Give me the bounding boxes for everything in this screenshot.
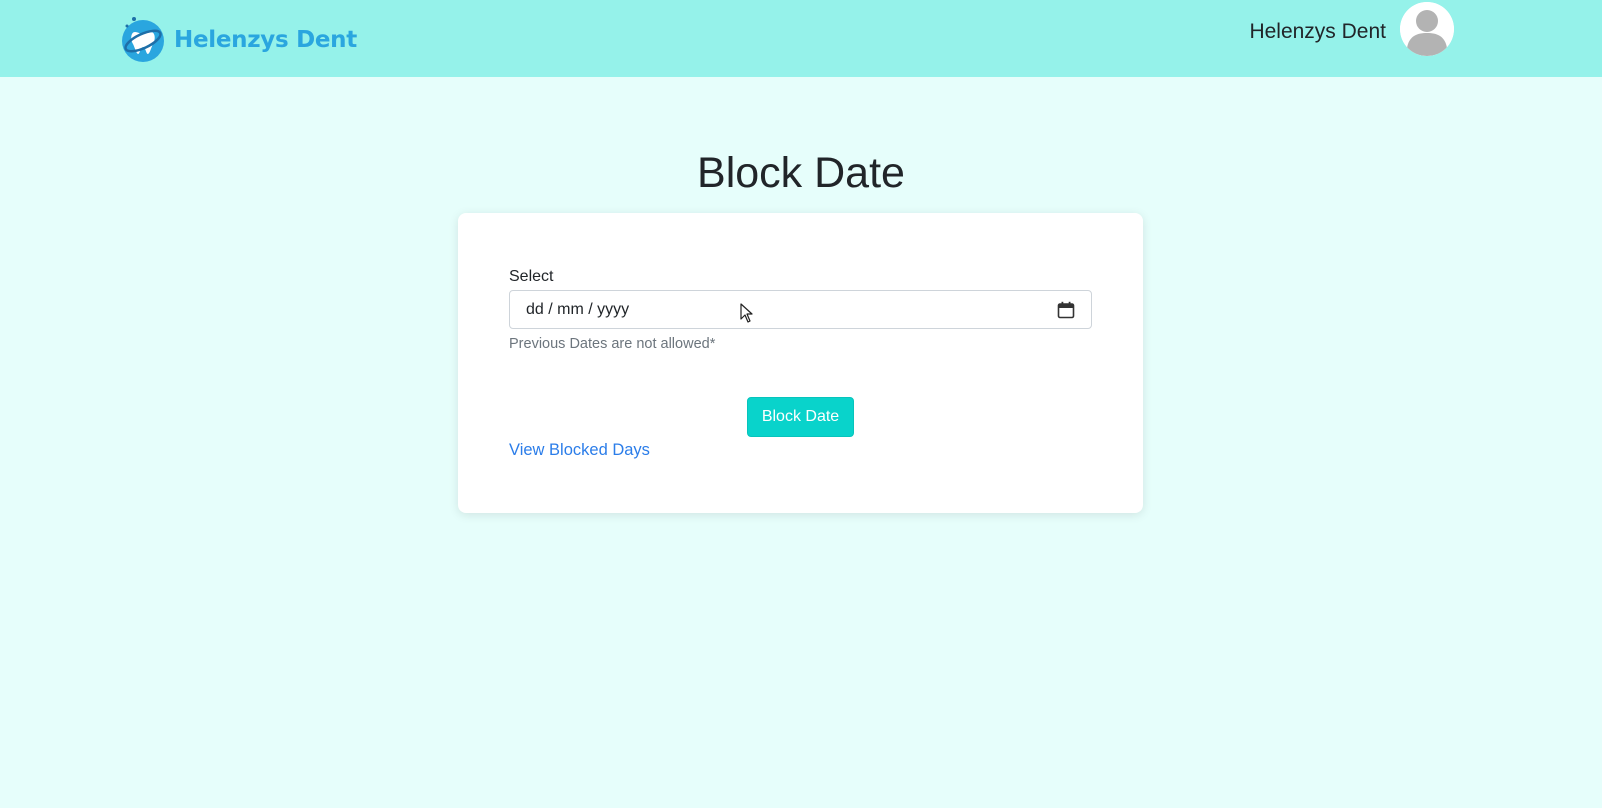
brand-link[interactable]: Helenzys Dent: [118, 13, 357, 65]
calendar-icon[interactable]: [1057, 301, 1075, 319]
date-input[interactable]: dd / mm / yyyy: [509, 290, 1092, 329]
block-date-button[interactable]: Block Date: [747, 397, 854, 437]
user-menu[interactable]: Helenzys Dent: [1249, 2, 1454, 56]
date-input-placeholder: dd / mm / yyyy: [526, 301, 630, 318]
top-navbar: Helenzys Dent Helenzys Dent: [0, 0, 1602, 77]
mouse-pointer-icon: [740, 303, 753, 323]
view-blocked-days-link[interactable]: View Blocked Days: [509, 441, 650, 460]
date-field-label: Select: [509, 268, 554, 285]
tooth-logo-icon: [122, 17, 164, 62]
user-name: Helenzys Dent: [1249, 20, 1386, 43]
page-title: Block Date: [697, 149, 905, 197]
block-date-card: Select dd / mm / yyyy Previous Dates are…: [458, 213, 1143, 513]
brand-name: Helenzys Dent: [174, 27, 357, 53]
date-help-text: Previous Dates are not allowed*: [509, 336, 716, 352]
user-avatar-icon[interactable]: [1400, 2, 1454, 56]
